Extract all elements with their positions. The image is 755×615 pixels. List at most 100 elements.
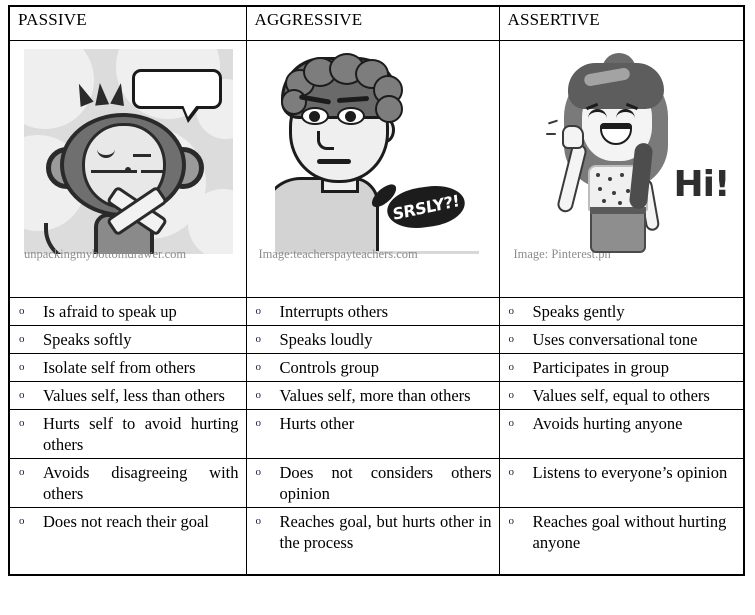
list-item-label: Values self, less than others	[43, 386, 225, 405]
cell-passive-6: o Avoids disagreeing with others	[8, 458, 247, 508]
list-item-label: Avoids disagreeing with others	[43, 463, 239, 503]
girl-eye-right	[615, 109, 635, 122]
image-caption-passive: unpackingmybottomdrawer.com	[24, 247, 187, 261]
monkey-muzzle-line	[141, 170, 163, 173]
bullet-marker-icon: o	[255, 515, 262, 527]
list-item-label: Controls group	[279, 358, 379, 377]
bullet-marker-icon: o	[255, 389, 262, 401]
table-row: o Does not reach their goal o Reaches goal…	[8, 507, 745, 576]
table-row: o Is afraid to speak up o Interrupts other…	[8, 297, 745, 326]
cell-assertive-7: o Reaches goal without hurting anyone	[498, 507, 745, 576]
cell-passive-5: o Hurts self to avoid hurting others	[8, 409, 247, 459]
list-item: o Hurts self to avoid hurting others	[16, 413, 239, 455]
bullet-marker-icon: o	[255, 333, 262, 345]
girl-eye-left	[587, 109, 607, 122]
polka-dot	[617, 201, 622, 205]
monkey-hair-tuft	[92, 82, 110, 106]
list-item: o Listens to everyone’s opinion	[506, 462, 737, 483]
header-cell-passive: PASSIVE	[8, 5, 247, 41]
cell-aggressive-1: o Interrupts others	[245, 297, 500, 326]
bullet-marker-icon: o	[508, 515, 515, 527]
list-item: o Reaches goal, but hurts other in the pr…	[253, 511, 492, 553]
list-item: o Values self, less than others	[16, 385, 239, 406]
list-item-label: Does not reach their goal	[43, 512, 209, 531]
cell-aggressive-2: o Speaks loudly	[245, 325, 500, 354]
monkey-eye-right	[133, 152, 151, 157]
list-item: o Is afraid to speak up	[16, 301, 239, 322]
cell-aggressive-5: o Hurts other	[245, 409, 500, 459]
table-row: o Hurts self to avoid hurting others o Hur…	[8, 409, 745, 459]
motion-line	[547, 119, 558, 125]
list-item-label: Interrupts others	[279, 302, 389, 321]
passive-illustration: unpackingmybottomdrawer.com	[16, 49, 246, 263]
list-item-label: Does not considers others opinion	[279, 463, 492, 503]
list-item-label: Speaks softly	[43, 330, 132, 349]
angry-boy-image: SRSLY?!	[274, 51, 479, 254]
list-item: o Avoids disagreeing with others	[16, 462, 239, 504]
header-cell-aggressive: AGGRESSIVE	[245, 5, 500, 41]
list-item: o Does not reach their goal	[16, 511, 239, 532]
list-item-label: Hurts other	[279, 414, 355, 433]
waving-girl-image: Hi!	[513, 51, 740, 253]
bullet-marker-icon: o	[255, 466, 262, 478]
boy-pupil-right	[344, 111, 356, 122]
list-item-label: Values self, equal to others	[532, 386, 710, 405]
table-image-row: unpackingmybottomdrawer.com SRSLY?! Imag…	[8, 40, 745, 298]
bullet-marker-icon: o	[19, 305, 25, 317]
cell-passive-4: o Values self, less than others	[8, 381, 247, 410]
aggressive-illustration: SRSLY?! Image:teacherspayteachers.com	[253, 49, 499, 263]
bullet-marker-icon: o	[19, 466, 25, 478]
hi-greeting-text: Hi!	[673, 164, 731, 205]
list-item: o Does not considers others opinion	[253, 462, 492, 504]
list-item: o Speaks softly	[16, 329, 239, 350]
polka-dot	[601, 199, 606, 203]
monkey-figure	[44, 81, 204, 254]
bullet-marker-icon: o	[508, 389, 515, 401]
cell-passive-2: o Speaks softly	[8, 325, 247, 354]
list-item: o Values self, more than others	[253, 385, 492, 406]
boy-nose	[316, 131, 334, 150]
bullet-marker-icon: o	[508, 333, 515, 345]
cell-aggressive-7: o Reaches goal, but hurts other in the pr…	[245, 507, 500, 576]
polka-dot	[595, 173, 600, 177]
list-item: o Controls group	[253, 357, 492, 378]
bullet-marker-icon: o	[508, 361, 515, 373]
cell-assertive-3: o Participates in group	[498, 353, 745, 382]
list-item-label: Isolate self from others	[43, 358, 196, 377]
cell-assertive-1: o Speaks gently	[498, 297, 745, 326]
column-header-assertive: ASSERTIVE	[507, 10, 600, 29]
list-item: o Participates in group	[506, 357, 737, 378]
boy-pupil-left	[308, 111, 320, 122]
list-item: o Uses conversational tone	[506, 329, 737, 350]
worksheet-page: PASSIVE AGGRESSIVE ASSERTIVE unpackingmy…	[0, 0, 755, 615]
bullet-marker-icon: o	[255, 305, 262, 317]
list-item: o Isolate self from others	[16, 357, 239, 378]
list-item-label: Reaches goal, but hurts other in the pro…	[279, 512, 492, 552]
bullet-marker-icon: o	[255, 417, 262, 429]
cell-aggressive-4: o Values self, more than others	[245, 381, 500, 410]
column-header-aggressive: AGGRESSIVE	[254, 10, 363, 29]
header-cell-assertive: ASSERTIVE	[498, 5, 745, 41]
assertive-illustration: Hi! Image: Pinterest.ph	[506, 49, 744, 263]
empty-speech-bubble	[132, 69, 222, 123]
image-cell-assertive: Hi! Image: Pinterest.ph	[498, 40, 745, 298]
polka-dot	[607, 177, 612, 181]
cell-passive-3: o Isolate self from others	[8, 353, 247, 382]
bullet-marker-icon: o	[19, 515, 25, 527]
cell-passive-7: o Does not reach their goal	[8, 507, 247, 576]
boy-frown-mouth	[316, 159, 351, 164]
monkey-nostril	[125, 167, 131, 173]
list-item: o Speaks gently	[506, 301, 737, 322]
cell-passive-1: o Is afraid to speak up	[8, 297, 247, 326]
cell-aggressive-6: o Does not considers others opinion	[245, 458, 500, 508]
bullet-marker-icon: o	[19, 333, 25, 345]
list-item-label: Hurts self to avoid hurting others	[43, 414, 239, 454]
table-row: o Speaks softly o Speaks loudly o Uses conv…	[8, 325, 745, 354]
monkey-taped-mouth	[105, 185, 169, 237]
image-cell-aggressive: SRSLY?! Image:teacherspayteachers.com	[245, 40, 500, 298]
list-item-label: Reaches goal without hurting anyone	[532, 512, 727, 552]
motion-line	[545, 133, 556, 136]
list-item: o Speaks loudly	[253, 329, 492, 350]
list-item-label: Listens to everyone’s opinion	[532, 463, 728, 482]
list-item: o Avoids hurting anyone	[506, 413, 737, 434]
